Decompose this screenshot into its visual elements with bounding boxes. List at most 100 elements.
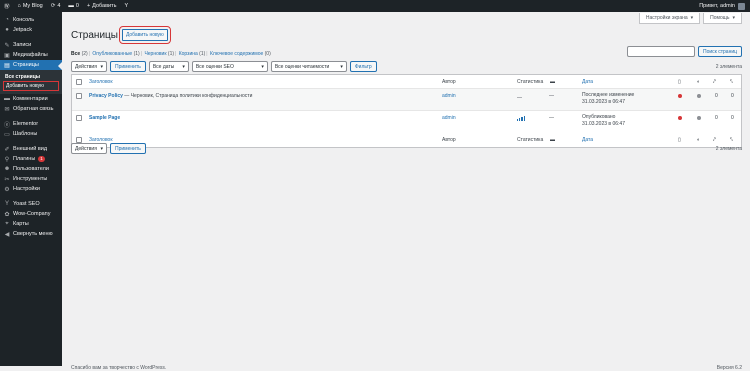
sidebar-item-tools[interactable]: ✂ Инструменты <box>0 174 62 184</box>
comments-link[interactable]: ▬ 0 <box>64 0 83 12</box>
search-pages-button[interactable]: Поиск страниц <box>697 46 742 57</box>
sidebar-item-elementor[interactable]: ⓔ Elementor <box>0 119 62 129</box>
help-label: Помощь <box>710 15 730 21</box>
row-date-status: Последнее изменение <box>582 92 635 98</box>
submenu-all-pages[interactable]: Все страницы <box>0 72 62 81</box>
row-links-out: 0 <box>715 115 718 121</box>
filter-all-label: Все <box>71 51 81 57</box>
wow-icon: ✿ <box>4 211 10 218</box>
search-input[interactable] <box>626 46 695 57</box>
chevron-down-icon: ▾ <box>100 63 103 70</box>
apply-button[interactable]: Применить <box>110 61 146 72</box>
sidebar-item-media[interactable]: ▣ Медиафайлы <box>0 50 62 60</box>
templates-icon: ▭ <box>4 131 10 138</box>
sidebar-item-label: Записи <box>13 42 32 48</box>
status-filters: Все (2)| Опубликованные (1)| Черновик (1… <box>71 51 271 57</box>
row-links-out: 0 <box>715 93 718 99</box>
screen-options-button[interactable]: Настройки экрана ▾ <box>638 13 701 24</box>
row-links-in: 0 <box>731 115 734 121</box>
row-comments: — <box>549 115 554 121</box>
readability-filter-select[interactable]: Все оценки читаемости ▾ <box>270 61 347 72</box>
sidebar-item-collapse[interactable]: ◀ Свернуть меню <box>0 229 62 239</box>
new-content-link[interactable]: + Добавить <box>83 0 121 12</box>
sidebar-item-label: Elementor <box>13 121 39 127</box>
sidebar-item-dashboard[interactable]: ◔ Консоль <box>0 15 62 25</box>
select-all-checkbox[interactable] <box>76 78 82 85</box>
readability-score-icon <box>697 116 701 122</box>
date-filter-select[interactable]: Все даты ▾ <box>148 61 189 72</box>
sidebar-item-templates[interactable]: ▭ Шаблоны <box>0 129 62 139</box>
home-icon: ⌂ <box>17 3 21 9</box>
sidebar-item-label: Инструменты <box>13 176 48 182</box>
filter-drafts[interactable]: Черновик (1) <box>144 51 174 57</box>
sidebar-item-maps[interactable]: ⌖ Карты <box>0 219 62 229</box>
settings-icon: ⚙ <box>4 186 10 193</box>
sidebar-item-pages[interactable]: ▤ Страницы <box>0 60 62 70</box>
column-stats-header: Статистика <box>517 78 544 85</box>
row-checkbox[interactable] <box>76 115 82 121</box>
comments-column-icon[interactable]: ▬ <box>550 79 555 85</box>
collapse-icon: ◀ <box>4 231 10 238</box>
yoast-adminbar-icon[interactable]: Y <box>120 0 132 12</box>
filter-button[interactable]: Фильтр <box>349 61 377 72</box>
row-author-link[interactable]: admin <box>442 93 456 99</box>
sidebar-item-wow[interactable]: ✿ Wow-Company <box>0 209 62 219</box>
chevron-down-icon: ▾ <box>732 15 735 21</box>
row-title-link[interactable]: Privacy Policy <box>89 93 123 99</box>
bulk-actions-select[interactable]: Действия ▾ <box>71 61 107 72</box>
sidebar-item-label: Пользователи <box>13 166 49 172</box>
sidebar-item-posts[interactable]: ✎ Записи <box>0 40 62 50</box>
chevron-down-icon: ▾ <box>100 145 103 152</box>
filter-published[interactable]: Опубликованные (1) <box>92 51 139 57</box>
sidebar-item-plugins[interactable]: ⚲ Плагины 1 <box>0 154 62 164</box>
filter-published-label: Опубликованные <box>92 51 133 57</box>
filter-cornerstone[interactable]: Ключевое содержимое (0) <box>210 51 271 57</box>
comments-column-icon[interactable]: ▬ <box>550 137 555 143</box>
site-name-link[interactable]: ⌂ My Blog <box>14 0 47 12</box>
date-filter-value: Все даты <box>152 63 175 70</box>
row-comments: — <box>549 93 554 99</box>
sidebar-item-users[interactable]: ☻ Пользователи <box>0 164 62 174</box>
items-count-top: 2 элемента <box>715 64 742 70</box>
sidebar-item-appearance[interactable]: ✐ Внешний вид <box>0 144 62 154</box>
sidebar-item-yoast[interactable]: Y Yoast SEO <box>0 199 62 209</box>
column-date-footer[interactable]: Дата <box>582 137 593 143</box>
users-icon: ☻ <box>3 166 11 172</box>
sidebar-item-label: Jetpack <box>13 27 32 33</box>
admin-sidebar: ◔ Консоль ● Jetpack ✎ Записи ▣ Медиафайлы ▤ Стра… <box>0 12 62 366</box>
plugins-icon: ⚲ <box>4 156 10 163</box>
wp-logo-icon[interactable]: Ⓦ <box>0 0 14 12</box>
help-button[interactable]: Помощь ▾ <box>703 13 742 24</box>
my-account-link[interactable]: Привет, admin <box>699 2 750 10</box>
filter-trash[interactable]: Корзина (1) <box>179 51 206 57</box>
apply-button-bottom[interactable]: Применить <box>110 143 146 154</box>
submenu-add-new[interactable]: Добавить новую <box>3 81 59 91</box>
appearance-icon: ✐ <box>4 146 10 153</box>
updates-link[interactable]: ⟳ 4 <box>47 0 65 12</box>
sidebar-item-jetpack[interactable]: ● Jetpack <box>0 25 62 35</box>
row-checkbox[interactable] <box>76 93 82 99</box>
filter-published-count: (1) <box>133 51 140 57</box>
updates-icon: ⟳ <box>50 3 56 9</box>
seo-score-icon <box>678 94 682 100</box>
bulk-actions-value: Действия <box>75 145 97 152</box>
stats-chart-icon[interactable] <box>517 116 525 123</box>
column-title-header[interactable]: Заголовок <box>89 79 113 85</box>
sidebar-item-comments[interactable]: ▬ Комментарии <box>0 94 62 104</box>
sidebar-item-feedback[interactable]: ✉ Обратная связь <box>0 104 62 114</box>
add-new-button[interactable]: Добавить новую <box>118 26 171 44</box>
column-date-header[interactable]: Дата <box>582 79 593 85</box>
items-count-bottom: 2 элемента <box>715 146 742 152</box>
row-date-value: 31.03.2023 в 06:47 <box>582 121 625 127</box>
row-author-link[interactable]: admin <box>442 115 456 121</box>
bulk-actions-select-bottom[interactable]: Действия ▾ <box>71 143 107 154</box>
row-title-link[interactable]: Sample Page <box>89 115 120 121</box>
seo-filter-select[interactable]: Все оценки SEO ▾ <box>191 61 268 72</box>
readability-column-icon: ◐ <box>697 137 701 143</box>
filter-all[interactable]: Все (2) <box>71 51 88 57</box>
sidebar-item-label: Настройки <box>13 186 40 192</box>
sidebar-item-settings[interactable]: ⚙ Настройки <box>0 184 62 194</box>
table-header: Заголовок Автор Статистика ▬ Дата ▯ ◐ ⤤ … <box>72 75 741 89</box>
main-content: Настройки экрана ▾ Помощь ▾ Страницы Добав… <box>62 12 750 371</box>
sidebar-item-label: Yoast SEO <box>13 201 40 207</box>
